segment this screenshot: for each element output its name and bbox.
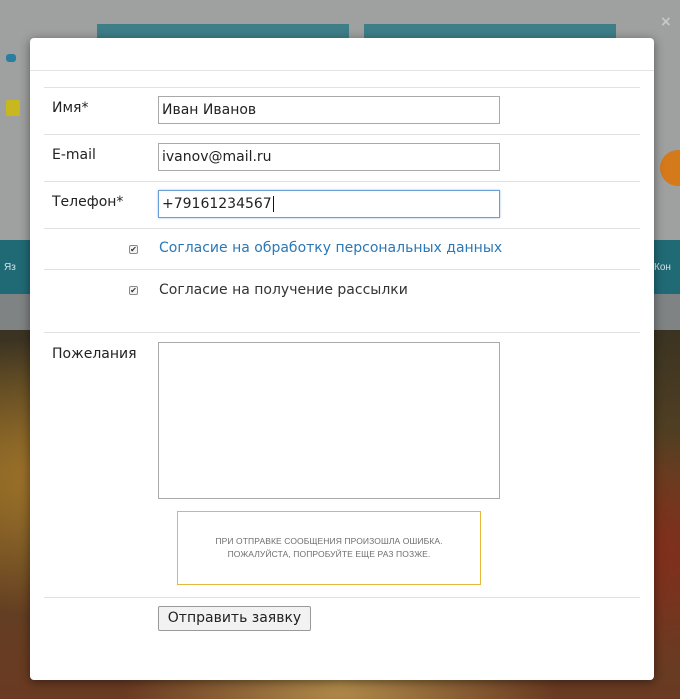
- text-caret: [272, 196, 274, 212]
- consent-newsletter-checkbox[interactable]: ✔: [129, 286, 138, 295]
- name-input[interactable]: Иван Иванов: [158, 96, 500, 124]
- phone-input[interactable]: +79161234567: [158, 190, 500, 218]
- background-logo-mark: [6, 54, 16, 62]
- modal-header-divider: [30, 70, 654, 71]
- row-divider: [44, 228, 640, 229]
- error-message: ПРИ ОТПРАВКЕ СООБЩЕНИЯ ПРОИЗОШЛА ОШИБКА.…: [177, 511, 481, 585]
- email-label: E-mail: [52, 147, 96, 163]
- row-divider: [44, 332, 640, 333]
- request-modal: Имя* Иван Иванов E-mail ivanov@mail.ru Т…: [30, 38, 654, 680]
- row-divider: [44, 181, 640, 182]
- row-divider: [44, 87, 640, 88]
- background-nav-item: Яз: [4, 262, 16, 273]
- row-divider: [44, 269, 640, 270]
- background-logo-mark: [6, 100, 20, 116]
- wishes-label: Пожелания: [52, 346, 137, 362]
- wishes-textarea[interactable]: [158, 342, 500, 499]
- consent-personal-checkbox[interactable]: ✔: [129, 245, 138, 254]
- email-input[interactable]: ivanov@mail.ru: [158, 143, 500, 171]
- consent-personal-link[interactable]: Согласие на обработку персональных данны…: [159, 240, 502, 256]
- row-divider: [44, 597, 640, 598]
- row-divider: [44, 134, 640, 135]
- phone-value: +79161234567: [162, 196, 272, 212]
- name-label: Имя*: [52, 100, 89, 116]
- consent-newsletter-label: Согласие на получение рассылки: [159, 282, 408, 298]
- submit-button[interactable]: Отправить заявку: [158, 606, 311, 631]
- error-line: ПОЖАЛУЙСТА, ПОПРОБУЙТЕ ЕЩЕ РАЗ ПОЗЖЕ.: [227, 549, 431, 559]
- close-icon[interactable]: ×: [660, 14, 672, 30]
- phone-label: Телефон*: [52, 194, 124, 210]
- background-nav-item: Кон: [654, 262, 671, 273]
- error-line: ПРИ ОТПРАВКЕ СООБЩЕНИЯ ПРОИЗОШЛА ОШИБКА.: [215, 536, 443, 546]
